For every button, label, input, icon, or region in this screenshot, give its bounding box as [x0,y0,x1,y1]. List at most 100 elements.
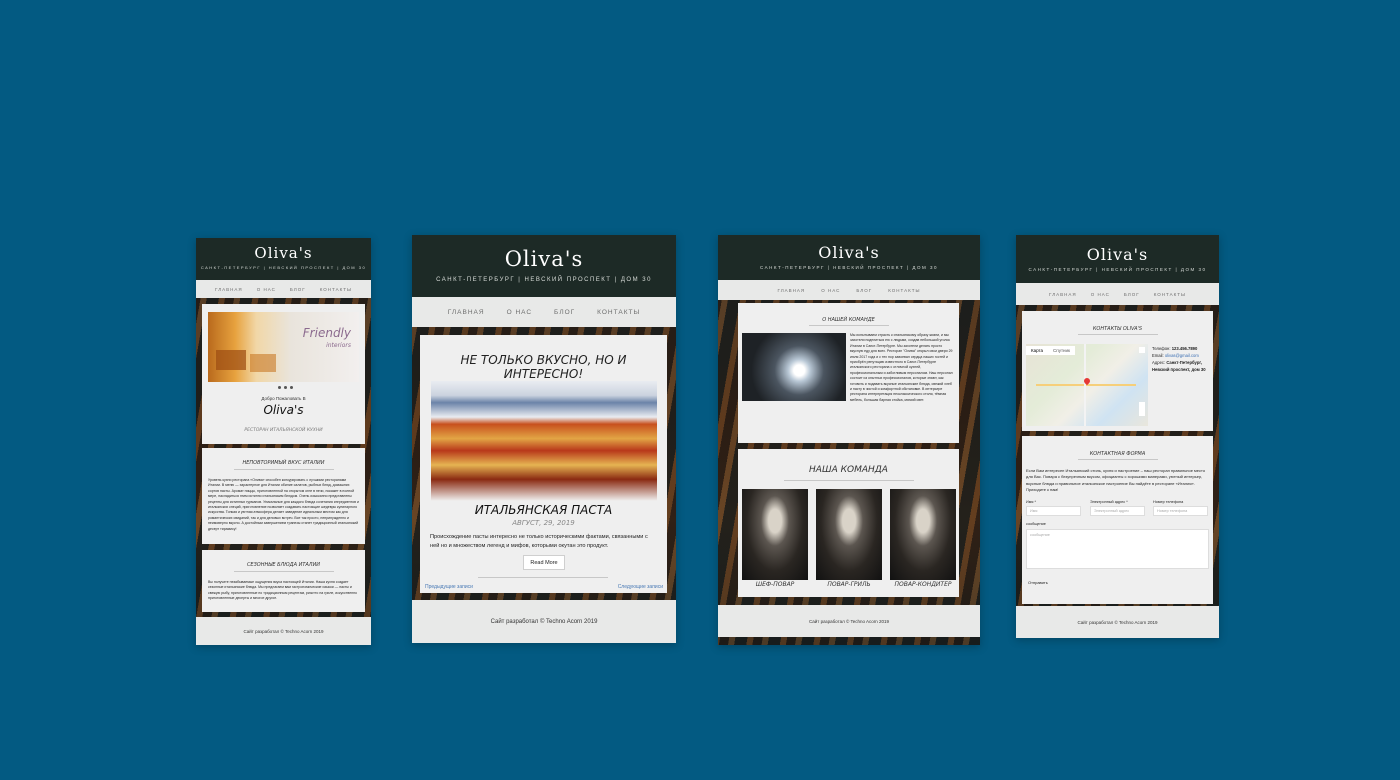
nav-contacts[interactable]: КОНТАКТЫ [597,309,640,316]
site-header: Oliva's САНКТ-ПЕТЕРБУРГ | НЕВСКИЙ ПРОСПЕ… [196,238,371,280]
site-nav: ГЛАВНАЯ О НАС БЛОГ КОНТАКТЫ [412,297,676,327]
nav-blog[interactable]: БЛОГ [856,288,872,293]
chef-photo [742,489,808,580]
contacts-card: КОНТАКТЫ OLIVA'S Карта Спутник Телефон: … [1022,311,1213,431]
form-title: КОНТАКТНАЯ ФОРМА [1089,451,1146,457]
fullscreen-icon[interactable] [1139,347,1145,353]
prev-posts-link[interactable]: Предыдущие записи [425,584,473,590]
site-footer: Сайт разработал © Techno Acorn 2019 [718,605,980,637]
email-value[interactable]: olivas@gmail.com [1165,353,1199,358]
nav-about[interactable]: О НАС [257,287,276,292]
site-logo[interactable]: Oliva's [718,235,980,262]
seasonal-title: СЕЗОННЫЕ БЛЮДА ИТАЛИИ [246,562,321,568]
about-text: Мы испытываем страсть к итальянскому обр… [850,333,953,402]
team-role-1: ШЕФ-ПОВАР [755,581,795,588]
slider-text-interiors: interiors [326,342,351,349]
divider [783,480,914,481]
message-textarea[interactable]: сообщение [1026,529,1209,569]
nav-contacts[interactable]: КОНТАКТЫ [1154,292,1186,297]
site-nav: ГЛАВНАЯ О НАС БЛОГ КОНТАКТЫ [196,280,371,298]
site-logo[interactable]: Oliva's [1016,235,1219,264]
post-excerpt: Происхождение пасты интересно не только … [430,534,648,549]
nav-about[interactable]: О НАС [1091,292,1110,297]
site-header: Oliva's САНКТ-ПЕТЕРБУРГ | НЕВСКИЙ ПРОСПЕ… [718,235,980,280]
post-title[interactable]: ИТАЛЬЯНСКАЯ ПАСТА [420,503,667,517]
nav-home[interactable]: ГЛАВНАЯ [215,287,243,292]
nav-about[interactable]: О НАС [821,288,840,293]
site-nav: ГЛАВНАЯ О НАС БЛОГ КОНТАКТЫ [718,280,980,300]
blog-card: НЕ ТОЛЬКО ВКУСНО, НО И ИНТЕРЕСНО! ИТАЛЬЯ… [420,335,667,593]
team-title: НАША КОМАНДА [809,465,888,475]
blog-headline: НЕ ТОЛЬКО ВКУСНО, НО И ИНТЕРЕСНО! [460,353,627,381]
interior-slider-image[interactable]: Friendly interiors [208,312,359,382]
team-role-2: ПОВАР-ГРИЛЬ [827,581,871,588]
contact-details: Телефон: 123.456.7890 Email: olivas@gmai… [1152,345,1209,373]
form-intro: Если Вам интересен Итальянский стиль, ку… [1026,468,1206,493]
submit-button[interactable]: Отправить [1028,580,1048,585]
name-input[interactable]: Имя [1026,506,1081,516]
slider-text-friendly: Friendly [302,326,351,340]
grill-cook-photo [816,489,882,580]
contacts-title: КОНТАКТЫ OLIVA'S [1092,326,1143,332]
site-footer: Сайт разработал © Techno Acorn 2019 [196,617,371,645]
site-footer: Сайт разработал © Techno Acorn 2019 [412,600,676,643]
map[interactable]: Карта Спутник [1026,344,1148,426]
about-card: О НАШЕЙ КОМАНДЕ Мы испытываем страсть к … [738,303,959,443]
mockup-home: Oliva's САНКТ-ПЕТЕРБУРГ | НЕВСКИЙ ПРОСПЕ… [196,238,371,645]
footer-text: Сайт разработал © Techno Acorn 2019 [1077,619,1158,625]
slider-dots[interactable] [278,386,293,389]
phone-value[interactable]: 123.456.7890 [1172,346,1198,351]
about-title: О НАШЕЙ КОМАНДЕ [822,317,875,323]
site-logo[interactable]: Oliva's [196,238,371,262]
email-input[interactable]: Электронный адрес [1090,506,1145,516]
chef-fire-photo [742,333,846,401]
nav-contacts[interactable]: КОНТАКТЫ [888,288,920,293]
footer-text: Сайт разработал © Techno Acorn 2019 [490,618,598,625]
phone-input[interactable]: Номер телефона [1153,506,1208,516]
site-address: САНКТ-ПЕТЕРБУРГ | НЕВСКИЙ ПРОСПЕКТ | ДОМ… [436,277,652,283]
map-tab-map[interactable]: Карта [1026,346,1048,355]
nav-about[interactable]: О НАС [507,309,532,316]
site-nav: ГЛАВНАЯ О НАС БЛОГ КОНТАКТЫ [1016,283,1219,305]
hero-subtitle: РЕСТОРАН ИТАЛЬЯНСКОЙ КУХНИ [244,428,323,433]
mockup-contacts: Oliva's САНКТ-ПЕТЕРБУРГ | НЕВСКИЙ ПРОСПЕ… [1016,235,1219,638]
welcome-text: Добро Пожаловать В [261,396,306,401]
nav-home[interactable]: ГЛАВНАЯ [448,309,485,316]
phone-field-label: Номер телефона [1153,500,1184,504]
email-field-label: Электронный адрес * [1090,500,1128,504]
hero-card: Friendly interiors Добро Пожаловать В Ol… [202,304,365,444]
zoom-controls-icon[interactable] [1139,402,1145,416]
seasonal-text: Вы получите незабываемые ощущения вкуса … [208,580,357,601]
nav-blog[interactable]: БЛОГ [554,309,575,316]
mockup-about: Oliva's САНКТ-ПЕТЕРБУРГ | НЕВСКИЙ ПРОСПЕ… [718,235,980,645]
footer-text: Сайт разработал © Techno Acorn 2019 [808,618,890,624]
email-label: Email: [1152,353,1164,358]
mockup-blog: Oliva's САНКТ-ПЕТЕРБУРГ | НЕВСКИЙ ПРОСПЕ… [412,235,676,643]
divider [1077,334,1158,335]
next-posts-link[interactable]: Следующие записи [618,584,663,590]
map-tab-satellite[interactable]: Спутник [1048,346,1075,355]
nav-contacts[interactable]: КОНТАКТЫ [320,287,352,292]
site-address: САНКТ-ПЕТЕРБУРГ | НЕВСКИЙ ПРОСПЕКТ | ДОМ… [760,265,938,270]
seasonal-card: СЕЗОННЫЕ БЛЮДА ИТАЛИИ Вы получите незабы… [202,550,365,612]
address-label: Адрес: [1152,360,1166,365]
site-footer: Сайт разработал © Techno Acorn 2019 [1016,606,1219,638]
pasta-image[interactable] [431,381,657,501]
team-card: НАША КОМАНДА ШЕФ-ПОВАР ПОВАР-ГРИЛЬ ПОВАР… [738,449,959,597]
team-role-3: ПОВАР-КОНДИТЕР [894,581,952,588]
phone-label: Телефон: [1152,346,1171,351]
read-more-button[interactable]: Read More [523,555,565,570]
taste-text: Уровень кухни ресторана «Олива» способен… [208,478,359,531]
nav-home[interactable]: ГЛАВНАЯ [778,288,806,293]
site-logo[interactable]: Oliva's [412,235,676,271]
nav-blog[interactable]: БЛОГ [1124,292,1140,297]
post-date: АВГУСТ, 29, 2019 [512,519,575,527]
footer-text: Сайт разработал © Techno Acorn 2019 [243,628,324,634]
message-label: сообщение [1026,522,1046,526]
site-header: Oliva's САНКТ-ПЕТЕРБУРГ | НЕВСКИЙ ПРОСПЕ… [412,235,676,297]
pastry-chef-photo [890,489,956,580]
site-address: САНКТ-ПЕТЕРБУРГ | НЕВСКИЙ ПРОСПЕКТ | ДОМ… [1028,267,1207,272]
nav-blog[interactable]: БЛОГ [290,287,306,292]
divider [1077,459,1158,460]
nav-home[interactable]: ГЛАВНАЯ [1049,292,1077,297]
